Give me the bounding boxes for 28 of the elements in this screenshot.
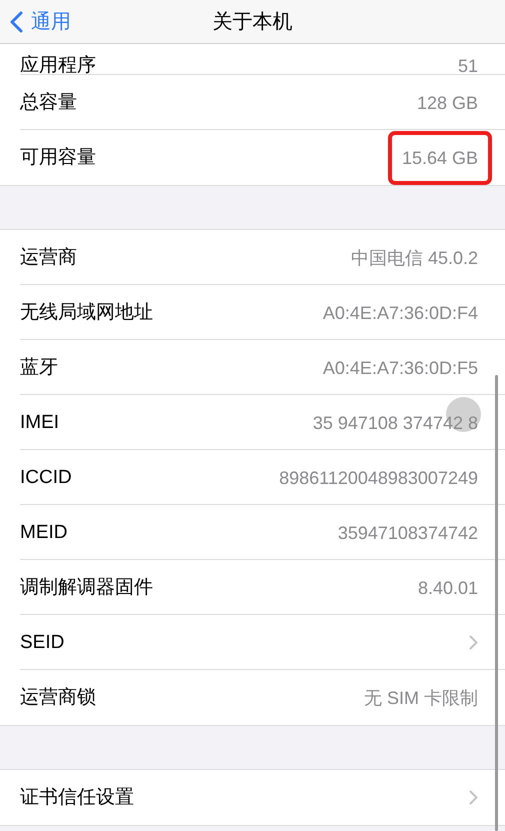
row-value: A0:4E:A7:36:0D:F4 <box>322 304 478 322</box>
row-value: A0:4E:A7:36:0D:F5 <box>322 358 478 376</box>
row-value: 8.40.01 <box>418 578 478 596</box>
row-label: SEID <box>20 633 64 652</box>
row-label: 运营商 <box>20 248 77 267</box>
row-value: 无 SIM 卡限制 <box>364 688 478 706</box>
back-icon <box>10 10 23 32</box>
row-value: 51 <box>458 57 478 75</box>
chevron-icon <box>469 635 478 650</box>
row-label: ICCID <box>20 468 72 487</box>
row-label: IMEI <box>20 413 60 432</box>
row-label: 无线局域网地址 <box>20 303 153 322</box>
row-value: 89861120048983007249 <box>279 468 478 486</box>
back-button[interactable]: 通用 <box>0 6 71 36</box>
row-value: 35947108374742 <box>338 524 478 542</box>
row-label: 应用程序 <box>20 56 96 75</box>
row-value: 中国电信 45.0.2 <box>350 248 478 266</box>
row-value: 35 947108 374742 8 <box>312 414 478 432</box>
row-value: 128 GB <box>416 94 478 112</box>
row-label: 蓝牙 <box>20 358 58 377</box>
row-label: 运营商锁 <box>20 688 96 707</box>
row-label: 可用容量 <box>20 148 96 167</box>
row-label: 证书信任设置 <box>20 788 134 807</box>
row-label: MEID <box>20 523 68 542</box>
row-label: 总容量 <box>20 93 77 112</box>
chevron-icon <box>469 790 478 805</box>
page-title: 关于本机 <box>212 10 292 34</box>
row-label: 调制解调器固件 <box>20 578 153 597</box>
